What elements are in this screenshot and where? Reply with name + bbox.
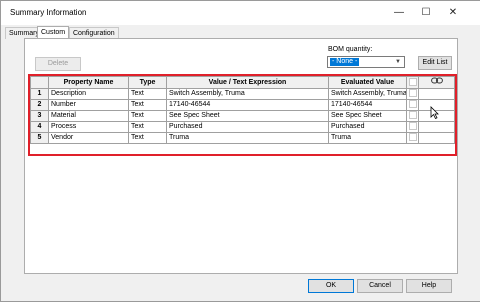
help-button[interactable]: Help [406, 279, 452, 293]
bom-quantity-value: - None - [330, 58, 360, 66]
mouse-cursor-icon [430, 106, 439, 119]
custom-properties-panel: Delete BOM quantity: - None - ▼ Edit Lis… [24, 38, 458, 274]
close-icon[interactable]: ✕ [442, 5, 464, 21]
bom-quantity-select[interactable]: - None - ▼ [327, 56, 405, 68]
bom-quantity-label: BOM quantity: [328, 46, 373, 53]
maximize-icon[interactable]: ☐ [415, 5, 437, 21]
ok-button[interactable]: OK [308, 279, 354, 293]
edit-list-button[interactable]: Edit List [418, 56, 452, 70]
dialog-title: Summary Information [10, 8, 87, 17]
summary-information-dialog: Summary Information — ☐ ✕ Summary Custom… [0, 0, 480, 302]
minimize-icon[interactable]: — [388, 5, 410, 21]
cancel-button[interactable]: Cancel [357, 279, 403, 293]
chevron-down-icon: ▼ [395, 59, 401, 65]
highlight-annotation-box [28, 74, 457, 156]
title-bar: Summary Information — ☐ ✕ [1, 1, 480, 25]
delete-button[interactable]: Delete [35, 57, 81, 71]
